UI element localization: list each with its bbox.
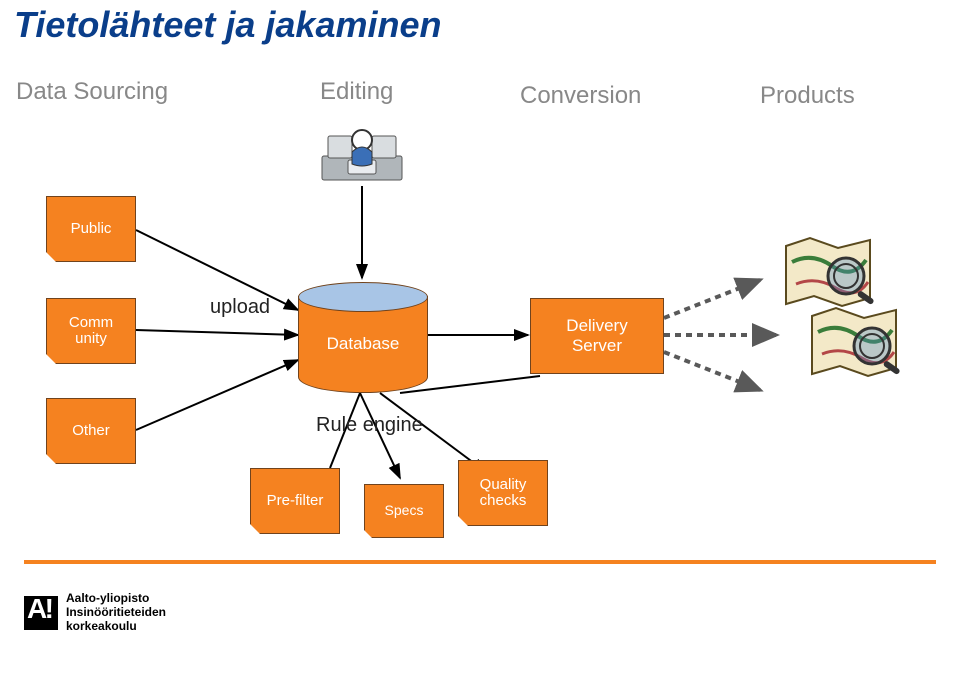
rule-engine-label: Rule engine xyxy=(316,414,423,437)
upload-label: upload xyxy=(210,296,270,319)
aalto-logo: A! Aalto-yliopisto Insinööritieteiden ko… xyxy=(24,592,166,633)
editing-person-icon xyxy=(318,106,406,186)
note-prefilter-label: Pre-filter xyxy=(267,493,324,510)
aalto-logo-text: Aalto-yliopisto Insinööritieteiden korke… xyxy=(66,592,166,633)
note-other-label: Other xyxy=(72,423,110,440)
note-public: Public xyxy=(46,196,138,266)
map-output-icon-2 xyxy=(808,302,902,382)
database-label: Database xyxy=(327,334,400,354)
note-prefilter: Pre-filter xyxy=(250,468,342,538)
note-specs: Specs xyxy=(364,484,446,542)
footer-divider xyxy=(24,560,936,564)
map-output-icon xyxy=(782,232,876,312)
note-quality-checks: Qualitychecks xyxy=(458,460,550,530)
note-other: Other xyxy=(46,398,138,468)
database-icon: Database xyxy=(298,282,426,392)
delivery-server-box: DeliveryServer xyxy=(530,298,664,374)
note-community-label: Community xyxy=(69,315,113,348)
note-specs-label: Specs xyxy=(385,503,424,518)
aalto-logo-mark: A! xyxy=(24,596,58,630)
note-community: Community xyxy=(46,298,138,368)
note-quality-label: Qualitychecks xyxy=(480,477,527,510)
delivery-server-label: DeliveryServer xyxy=(566,316,627,357)
note-public-label: Public xyxy=(71,221,112,238)
